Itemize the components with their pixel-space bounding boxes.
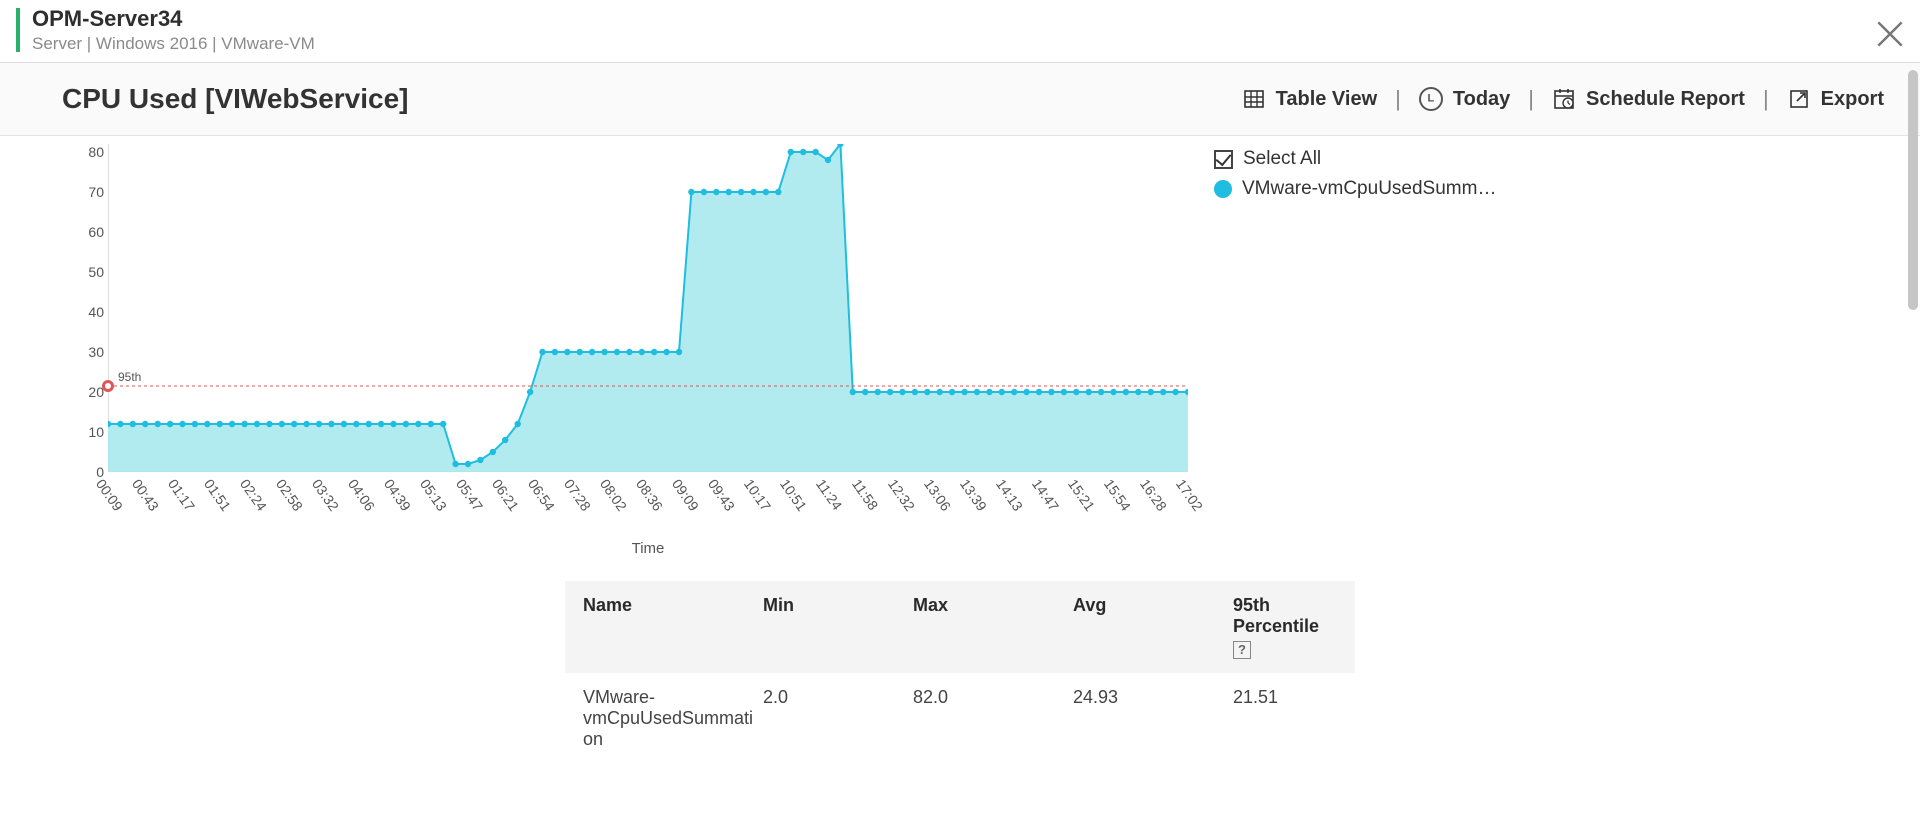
- plot-area[interactable]: 01020304050607080 95th: [108, 144, 1188, 472]
- col-p95: 95th Percentile ?: [1233, 595, 1337, 659]
- schedule-report-label: Schedule Report: [1586, 88, 1745, 111]
- close-button[interactable]: [1870, 14, 1910, 54]
- x-tick: 13:06: [921, 476, 954, 514]
- x-tick: 06:54: [525, 476, 558, 514]
- x-tick: 06:21: [489, 476, 522, 514]
- x-tick: 11:24: [813, 476, 846, 513]
- x-tick: 14:13: [993, 476, 1026, 514]
- legend-select-all-label: Select All: [1243, 148, 1321, 170]
- close-icon: [1870, 14, 1910, 54]
- chart-region: Milliseconds 01020304050607080 95th 00:0…: [0, 136, 1920, 557]
- col-p95-label: 95th Percentile: [1233, 595, 1319, 636]
- header-strip: OPM-Server34 Server | Windows 2016 | VMw…: [0, 0, 1920, 63]
- clock-icon: [1419, 87, 1443, 111]
- time-range-button[interactable]: Today: [1413, 87, 1516, 111]
- y-tick: 0: [68, 464, 104, 480]
- legend-series-label: VMware-vmCpuUsedSumm…: [1242, 178, 1496, 200]
- export-button[interactable]: Export: [1781, 87, 1890, 111]
- stats-table: Name Min Max Avg 95th Percentile ? VMwar…: [565, 581, 1355, 764]
- x-tick: 16:28: [1137, 476, 1170, 514]
- x-tick: 08:02: [597, 476, 630, 514]
- x-tick: 10:17: [741, 476, 774, 514]
- export-label: Export: [1821, 88, 1884, 111]
- y-tick: 80: [68, 144, 104, 160]
- legend-select-all[interactable]: Select All: [1214, 148, 1530, 170]
- table-view-button[interactable]: Table View: [1236, 87, 1384, 111]
- y-axis-label: Milliseconds: [32, 144, 35, 182]
- col-max: Max: [913, 595, 1073, 659]
- x-tick: 05:13: [417, 476, 450, 514]
- x-tick: 07:28: [561, 476, 594, 514]
- col-avg: Avg: [1073, 595, 1233, 659]
- stats-header-row: Name Min Max Avg 95th Percentile ?: [565, 581, 1355, 673]
- x-tick: 09:43: [705, 476, 738, 514]
- series-color-dot: [1214, 180, 1232, 198]
- x-tick: 04:39: [381, 476, 414, 514]
- chart-toolbar: CPU Used [VIWebService] Table View | Tod…: [0, 63, 1920, 136]
- scrollbar[interactable]: [1908, 70, 1918, 310]
- x-tick: 12:32: [885, 476, 918, 514]
- col-name: Name: [583, 595, 763, 659]
- y-axis-label-svg: Milliseconds: [32, 144, 62, 472]
- server-title: OPM-Server34: [32, 6, 1920, 32]
- server-subtitle: Server | Windows 2016 | VMware-VM: [32, 34, 1920, 54]
- table-view-label: Table View: [1276, 88, 1378, 111]
- y-tick: 30: [68, 344, 104, 360]
- stats-row-0: VMware-vmCpuUsedSummation 2.0 82.0 24.93…: [565, 673, 1355, 764]
- chart-title: CPU Used [VIWebService]: [62, 83, 409, 115]
- separator: |: [1383, 86, 1413, 112]
- x-tick: 00:43: [129, 476, 162, 514]
- table-icon: [1242, 87, 1266, 111]
- x-axis-label: Time: [108, 540, 1188, 557]
- y-ticks: 01020304050607080: [68, 144, 104, 472]
- y-tick: 40: [68, 304, 104, 320]
- x-tick: 14:47: [1029, 476, 1062, 514]
- col-min: Min: [763, 595, 913, 659]
- schedule-report-button[interactable]: Schedule Report: [1546, 87, 1751, 111]
- x-tick: 13:39: [957, 476, 990, 514]
- y-tick: 70: [68, 184, 104, 200]
- x-tick: 09:09: [669, 476, 702, 514]
- chart-canvas-wrap: Milliseconds 01020304050607080 95th 00:0…: [0, 144, 1200, 557]
- y-tick: 50: [68, 264, 104, 280]
- export-icon: [1787, 87, 1811, 111]
- x-tick: 03:32: [309, 476, 342, 514]
- separator: |: [1751, 86, 1781, 112]
- x-tick: 02:58: [273, 476, 306, 514]
- x-tick: 15:21: [1065, 476, 1098, 514]
- cell-max: 82.0: [913, 687, 1073, 750]
- x-tick: 01:17: [165, 476, 198, 514]
- x-tick: 02:24: [237, 476, 270, 514]
- accent-bar: [16, 8, 20, 52]
- y-tick: 20: [68, 384, 104, 400]
- x-ticks: 00:0900:4301:1701:5102:2402:5803:3204:06…: [108, 472, 1188, 532]
- percentile-marker: [102, 380, 114, 392]
- cell-avg: 24.93: [1073, 687, 1233, 750]
- calendar-clock-icon: [1552, 87, 1576, 111]
- x-tick: 00:09: [93, 476, 126, 514]
- x-tick: 11:58: [849, 476, 882, 513]
- legend: Select All VMware-vmCpuUsedSumm…: [1200, 144, 1530, 557]
- y-tick: 60: [68, 224, 104, 240]
- checkbox-icon: [1214, 150, 1233, 169]
- x-tick: 04:06: [345, 476, 378, 514]
- percentile-label: 95th: [118, 370, 141, 384]
- x-tick: 15:54: [1101, 476, 1134, 514]
- y-tick: 10: [68, 424, 104, 440]
- x-tick: 10:51: [777, 476, 810, 514]
- x-tick: 01:51: [201, 476, 234, 514]
- chart-svg: [108, 144, 1188, 472]
- cell-min: 2.0: [763, 687, 913, 750]
- x-tick: 05:47: [453, 476, 486, 514]
- cell-name: VMware-vmCpuUsedSummation: [583, 687, 763, 750]
- help-icon[interactable]: ?: [1233, 641, 1251, 659]
- time-range-label: Today: [1453, 88, 1510, 111]
- x-tick: 08:36: [633, 476, 666, 514]
- cell-p95: 21.51: [1233, 687, 1337, 750]
- separator: |: [1516, 86, 1546, 112]
- legend-series-0[interactable]: VMware-vmCpuUsedSumm…: [1214, 178, 1530, 200]
